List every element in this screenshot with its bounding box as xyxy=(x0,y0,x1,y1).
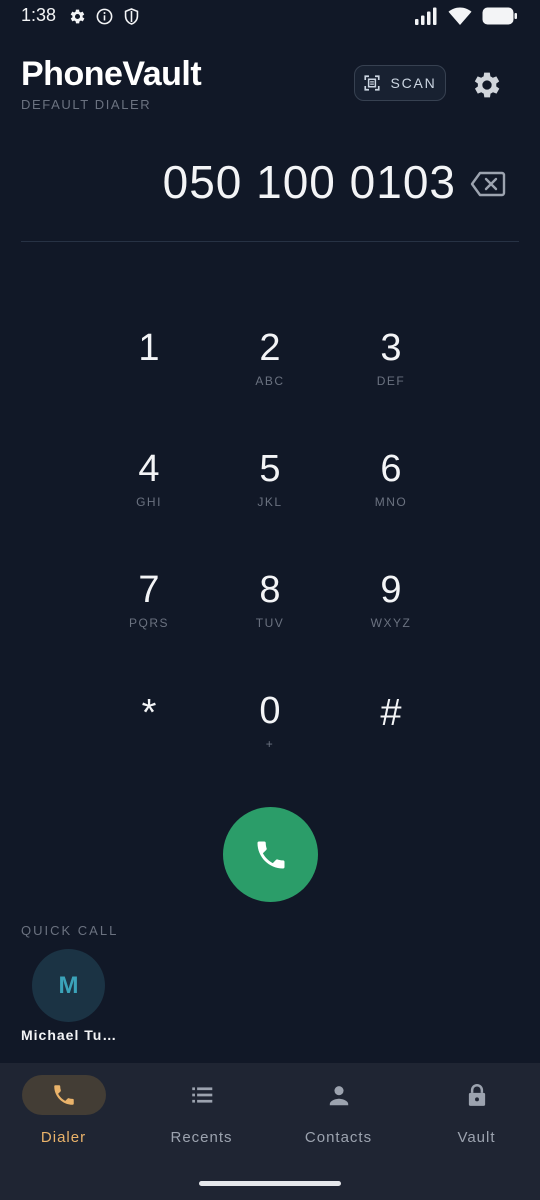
key-digit: 1 xyxy=(138,327,160,369)
key-2[interactable]: 2 ABC xyxy=(215,325,325,415)
key-digit: 4 xyxy=(138,448,160,490)
quick-call-avatar[interactable]: M xyxy=(32,949,105,1022)
person-icon xyxy=(329,1086,348,1106)
key-digit: 8 xyxy=(259,569,281,611)
call-button[interactable] xyxy=(223,807,318,902)
number-display: 050 100 0103 xyxy=(162,156,456,208)
nav-pill xyxy=(160,1075,244,1115)
key-letters: MNO xyxy=(374,495,408,509)
phone-icon xyxy=(53,1085,74,1105)
key-9[interactable]: 9 WXYZ xyxy=(336,567,446,657)
nav-contacts[interactable]: Contacts xyxy=(271,1063,406,1163)
key-7[interactable]: 7 PQRS xyxy=(94,567,204,657)
phone-icon xyxy=(257,841,284,868)
bottom-nav: Dialer Recents Contacts Vault xyxy=(0,1063,540,1200)
gear-icon xyxy=(474,72,500,98)
key-digit: 9 xyxy=(380,569,402,611)
lock-icon xyxy=(468,1084,485,1106)
key-digit: # xyxy=(380,692,402,734)
key-letters: JKL xyxy=(257,495,283,509)
nav-label: Vault xyxy=(457,1129,496,1146)
key-hash[interactable]: # xyxy=(336,690,446,780)
key-letters: PQRS xyxy=(128,616,169,630)
key-digit: 0 xyxy=(259,690,281,732)
avatar-initial: M xyxy=(58,971,79,999)
nav-vault[interactable]: Vault xyxy=(409,1063,540,1163)
quick-call-label: QUICK CALL xyxy=(21,923,119,938)
backspace-icon xyxy=(470,171,506,197)
key-1[interactable]: 1 xyxy=(94,325,204,415)
battery-icon xyxy=(482,7,517,25)
key-letters: + xyxy=(265,737,275,751)
key-letters: TUV xyxy=(255,616,285,630)
key-letters: WXYZ xyxy=(370,616,412,630)
key-digit: 2 xyxy=(259,327,281,369)
key-5[interactable]: 5 JKL xyxy=(215,446,325,536)
key-0[interactable]: 0 + xyxy=(215,688,325,778)
signal-icon xyxy=(415,7,437,25)
nav-pill xyxy=(21,1075,106,1115)
key-letters: ABC xyxy=(255,374,285,388)
nav-label: Dialer xyxy=(40,1129,87,1146)
key-star[interactable]: * xyxy=(94,690,204,780)
key-digit: 7 xyxy=(138,569,160,611)
nav-dialer[interactable]: Dialer xyxy=(0,1063,131,1163)
key-8[interactable]: 8 TUV xyxy=(215,567,325,657)
shield-icon xyxy=(124,8,139,25)
backspace-button[interactable] xyxy=(470,168,506,200)
settings-button[interactable] xyxy=(470,68,504,102)
nav-pill xyxy=(435,1075,519,1115)
nav-label: Recents xyxy=(170,1129,233,1146)
status-time: 1:38 xyxy=(21,5,57,25)
key-letters: GHI xyxy=(136,495,162,509)
settings-icon xyxy=(70,9,85,24)
list-icon xyxy=(191,1087,212,1103)
key-6[interactable]: 6 MNO xyxy=(336,446,446,536)
key-digit: 3 xyxy=(380,327,402,369)
quick-call-name: Michael Tu… xyxy=(21,1027,118,1043)
nav-pill xyxy=(297,1075,381,1115)
scan-button[interactable]: SCAN xyxy=(354,65,446,101)
nav-label: Contacts xyxy=(304,1129,373,1146)
scan-button-label: SCAN xyxy=(390,75,437,91)
key-letters: DEF xyxy=(376,374,406,388)
key-digit: 5 xyxy=(259,448,281,490)
key-digit: 6 xyxy=(380,448,402,490)
key-digit: * xyxy=(141,692,157,734)
divider xyxy=(21,241,519,242)
app-subtitle: DEFAULT DIALER xyxy=(21,97,152,112)
key-3[interactable]: 3 DEF xyxy=(336,325,446,415)
key-4[interactable]: 4 GHI xyxy=(94,446,204,536)
home-indicator xyxy=(199,1181,341,1186)
status-bar: 1:38 xyxy=(0,0,540,34)
nav-recents[interactable]: Recents xyxy=(134,1063,269,1163)
info-icon xyxy=(96,8,113,25)
wifi-icon xyxy=(448,7,472,25)
app-title: PhoneVault xyxy=(21,55,202,93)
scan-icon xyxy=(364,75,381,91)
